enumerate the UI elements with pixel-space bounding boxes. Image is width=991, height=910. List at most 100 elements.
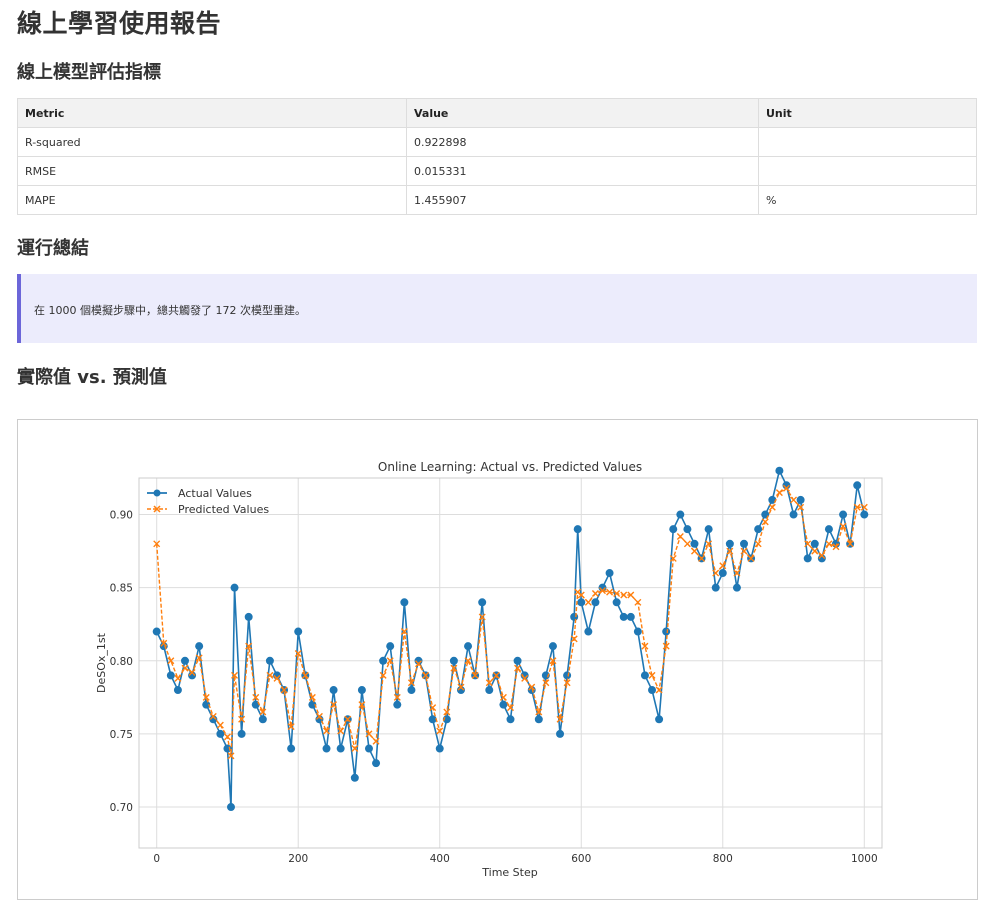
actual-point xyxy=(626,612,635,621)
predicted-point xyxy=(690,547,698,555)
actual-point xyxy=(350,773,359,782)
predicted-point xyxy=(740,547,748,555)
summary-text: 在 1000 個模擬步驟中，總共觸發了 172 次模型重建。 xyxy=(34,304,306,317)
actual-point xyxy=(853,481,862,490)
actual-point xyxy=(428,715,437,724)
actual-point xyxy=(379,656,388,665)
actual-point xyxy=(166,671,175,680)
actual-point xyxy=(244,612,253,621)
y-tick-label: 0.85 xyxy=(110,583,133,595)
actual-point xyxy=(732,583,741,592)
predicted-point xyxy=(790,496,798,504)
column-header-value: Value xyxy=(406,98,759,128)
metric-unit: % xyxy=(758,185,977,215)
actual-point xyxy=(796,495,805,504)
chart-container: Online Learning: Actual vs. Predicted Va… xyxy=(17,419,978,900)
actual-point xyxy=(407,686,416,695)
actual-point xyxy=(336,744,345,753)
x-tick-label: 200 xyxy=(288,853,308,865)
legend-actual-label: Actual Values xyxy=(178,487,252,500)
actual-point xyxy=(195,642,204,651)
series-actual xyxy=(152,466,869,812)
actual-point xyxy=(230,583,239,592)
actual-point xyxy=(173,686,182,695)
actual-point xyxy=(573,525,582,534)
actual-point xyxy=(287,744,296,753)
actual-point xyxy=(839,510,848,519)
actual-point xyxy=(322,744,331,753)
actual-point xyxy=(704,525,713,534)
x-tick-label: 400 xyxy=(430,853,450,865)
actual-point xyxy=(513,656,522,665)
actual-point xyxy=(556,729,565,738)
actual-point xyxy=(725,539,734,548)
y-tick-label: 0.75 xyxy=(110,729,133,741)
actual-point xyxy=(803,554,812,563)
actual-point xyxy=(860,510,869,519)
actual-point xyxy=(386,642,395,651)
actual-point xyxy=(640,671,649,680)
x-axis-label: Time Step xyxy=(481,866,537,879)
y-axis-ticks: 0.70 0.75 0.80 0.85 0.90 xyxy=(110,510,133,814)
y-tick-label: 0.80 xyxy=(110,656,133,668)
actual-point xyxy=(633,627,642,636)
actual-point xyxy=(237,729,246,738)
chart-heading: 實際值 vs. 預測值 xyxy=(17,367,167,388)
metric-name: RMSE xyxy=(17,156,407,186)
actual-point xyxy=(718,569,727,578)
predicted-point xyxy=(768,503,776,511)
actual-point xyxy=(449,656,458,665)
actual-point xyxy=(393,700,402,709)
actual-point xyxy=(740,539,749,548)
actual-point xyxy=(570,612,579,621)
actual-point xyxy=(655,715,664,724)
actual-point xyxy=(683,525,692,534)
predicted-point xyxy=(754,540,762,548)
actual-point xyxy=(824,525,833,534)
actual-point xyxy=(810,539,819,548)
metric-value: 0.015331 xyxy=(406,156,759,186)
actual-point xyxy=(584,627,593,636)
x-axis-ticks: 0 200 400 600 800 1000 xyxy=(153,853,877,865)
actual-point xyxy=(364,744,373,753)
y-tick-label: 0.70 xyxy=(110,802,133,814)
actual-point xyxy=(435,744,444,753)
actual-point xyxy=(619,612,628,621)
chart-legend: Actual Values Predicted Values xyxy=(147,487,269,516)
actual-point xyxy=(754,525,763,534)
chart-title: Online Learning: Actual vs. Predicted Va… xyxy=(378,460,642,474)
summary-callout: 在 1000 個模擬步驟中，總共觸發了 172 次模型重建。 xyxy=(17,274,977,343)
table-row: R-squared 0.922898 xyxy=(17,127,977,157)
actual-point xyxy=(669,525,678,534)
actual-point xyxy=(548,642,557,651)
actual-point xyxy=(612,598,621,607)
column-header-unit: Unit xyxy=(758,98,977,128)
x-tick-label: 800 xyxy=(713,853,733,865)
legend-actual-marker xyxy=(153,489,161,497)
actual-point xyxy=(180,656,189,665)
actual-point xyxy=(775,466,784,475)
actual-line xyxy=(155,468,866,808)
metric-unit xyxy=(758,127,977,157)
actual-point xyxy=(605,569,614,578)
actual-point xyxy=(789,510,798,519)
metrics-heading: 線上模型評估指標 xyxy=(17,62,161,83)
actual-point xyxy=(662,627,671,636)
page-title: 線上學習使用報告 xyxy=(17,9,222,38)
metric-value: 1.455907 xyxy=(406,185,759,215)
actual-point xyxy=(577,598,586,607)
predicted-point xyxy=(676,533,684,540)
metric-name: MAPE xyxy=(17,185,407,215)
actual-point xyxy=(478,598,487,607)
legend-predicted-label: Predicted Values xyxy=(178,503,269,516)
metric-name: R-squared xyxy=(17,127,407,157)
table-row: MAPE 1.455907 % xyxy=(17,185,977,215)
actual-point xyxy=(676,510,685,519)
x-tick-label: 600 xyxy=(571,853,591,865)
metrics-table: Metric Value Unit R-squared 0.922898 RMS… xyxy=(17,98,977,215)
y-axis-label: DeSOx_1st xyxy=(95,632,108,693)
actual-point xyxy=(329,686,338,695)
actual-point xyxy=(563,671,572,680)
table-header-row: Metric Value Unit xyxy=(17,98,977,128)
actual-point xyxy=(464,642,473,651)
